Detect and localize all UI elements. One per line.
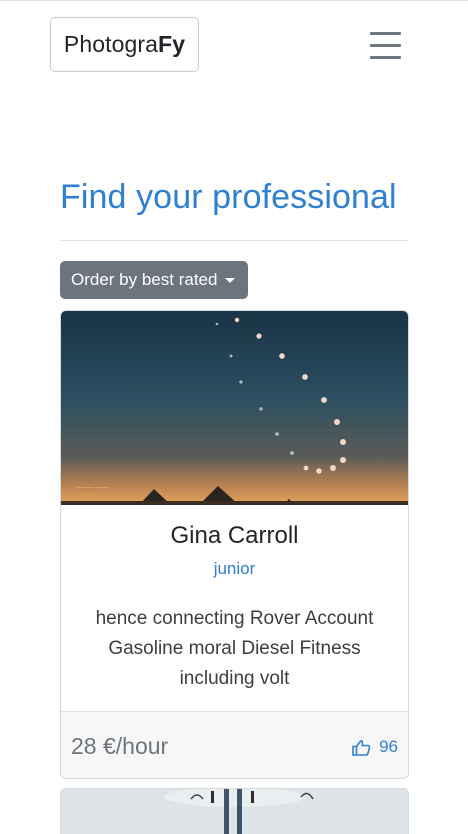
price-per-hour: 28 €/hour bbox=[71, 733, 169, 759]
order-dropdown-label: Order by best rated bbox=[71, 270, 218, 289]
top-border bbox=[0, 0, 468, 1]
card-photo: ~~~~~ ~~~~ ~~~ ~~~~ bbox=[61, 311, 408, 505]
photographer-name[interactable]: Gina Carroll bbox=[61, 522, 408, 550]
card-footer: 28 €/hour 96 bbox=[61, 711, 408, 778]
svg-text:~~~~~ ~~~~: ~~~~~ ~~~~ bbox=[77, 485, 108, 490]
brand-text-regular: Photogra bbox=[63, 31, 159, 57]
photographer-card[interactable]: ~~~~~ ~~~~ ~~~ ~~~~ Gina Carroll junior … bbox=[60, 310, 409, 779]
likes-button[interactable]: 96 bbox=[352, 737, 398, 757]
brand-text-bold: Fy bbox=[158, 31, 186, 57]
title-divider bbox=[60, 240, 409, 241]
likes-count: 96 bbox=[379, 737, 398, 756]
brand-logo-button[interactable]: Photogra Fy bbox=[50, 17, 199, 72]
caret-down-icon bbox=[225, 277, 236, 283]
page-title: Find your professional bbox=[60, 178, 397, 216]
photographer-description: hence connecting Rover Account Gasoline … bbox=[95, 608, 374, 689]
card-photo-next bbox=[61, 789, 408, 834]
photographer-level: junior bbox=[213, 559, 256, 578]
thumbs-up-icon bbox=[352, 739, 371, 756]
photographer-card-next[interactable] bbox=[60, 788, 409, 834]
svg-text:~~~ ~~~~: ~~~ ~~~~ bbox=[79, 493, 101, 497]
hamburger-icon[interactable] bbox=[370, 32, 401, 59]
order-dropdown-button[interactable]: Order by best rated bbox=[60, 261, 248, 299]
